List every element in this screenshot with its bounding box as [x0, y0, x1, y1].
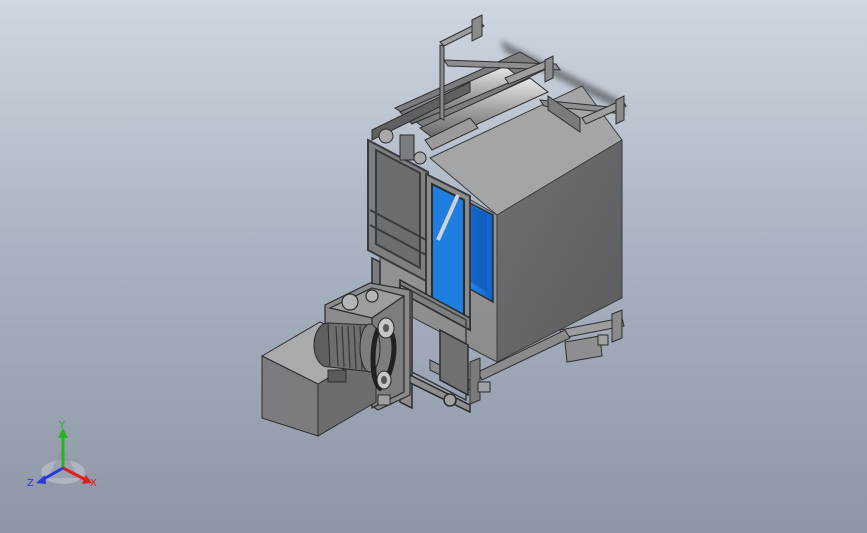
z-axis-arrow: [36, 475, 46, 484]
view-orientation-triad[interactable]: Y X Z: [27, 420, 97, 489]
y-axis-label: Y: [58, 420, 66, 431]
graphics-viewport[interactable]: Y X Z: [0, 0, 867, 533]
z-axis-label: Z: [27, 478, 34, 489]
3d-model-view[interactable]: Y X Z: [0, 0, 867, 533]
x-axis-label: X: [90, 478, 97, 489]
